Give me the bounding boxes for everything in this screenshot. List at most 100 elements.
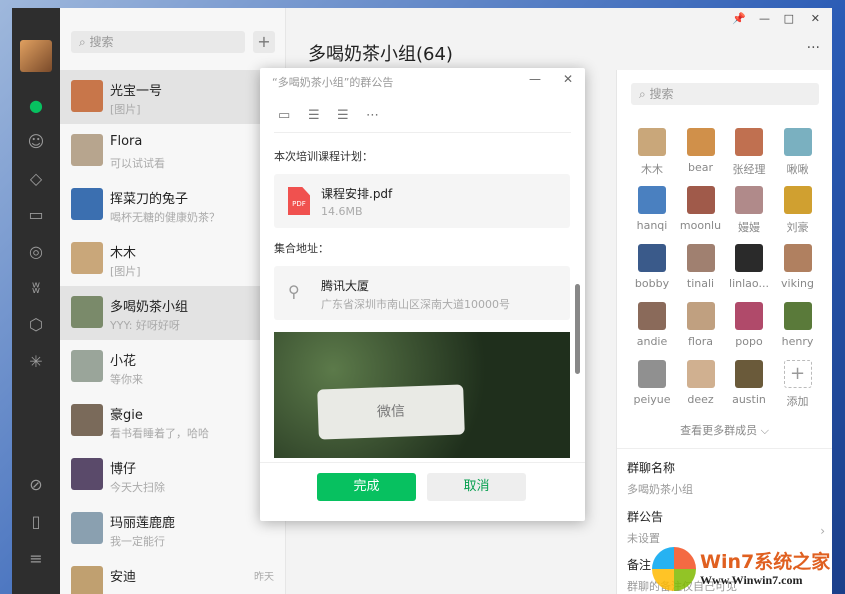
minimize-button[interactable]: — — [759, 12, 770, 25]
chat-list-item[interactable]: 安迪昨天 — [60, 556, 286, 594]
member-name: bobby — [628, 277, 676, 290]
chat-search-input[interactable]: ⌕ 搜索 — [71, 31, 245, 53]
add-button[interactable]: + — [253, 31, 275, 53]
member[interactable]: moonlu — [677, 186, 725, 232]
divider-icon[interactable]: ⋯ — [366, 108, 379, 123]
member-avatar — [687, 244, 715, 272]
member-avatar — [735, 360, 763, 388]
member-name: moonlu — [677, 219, 725, 232]
member[interactable]: popo — [725, 302, 773, 348]
member[interactable]: bear — [677, 128, 725, 174]
my-avatar[interactable] — [20, 40, 52, 72]
close-button[interactable]: ✕ — [811, 12, 820, 25]
member[interactable]: tinali — [677, 244, 725, 290]
channels-icon[interactable]: ʬ — [26, 278, 46, 298]
avatar — [71, 566, 103, 594]
more-button[interactable]: ··· — [807, 40, 820, 56]
group-notice-section[interactable]: 群公告未设置› — [627, 508, 825, 546]
dialog-minimize-button[interactable]: — — [529, 72, 541, 86]
member[interactable]: deez — [677, 360, 725, 406]
member-name: henry — [774, 335, 822, 348]
timestamp: 昨天 — [254, 568, 274, 583]
last-message: 等你来 — [110, 371, 143, 387]
member-name: tinali — [677, 277, 725, 290]
chat-name: 挥菜刀的兔子 — [110, 188, 188, 207]
notice-photo[interactable]: 微信 — [274, 332, 570, 458]
folder-icon[interactable]: ▭ — [26, 205, 46, 225]
file-name: 课程安排.pdf — [321, 185, 392, 202]
chat-list-item[interactable]: 豪gie看书看睡着了，哈哈 — [60, 394, 286, 448]
cube-icon[interactable]: ◇ — [26, 169, 46, 189]
chat-list-item[interactable]: 光宝一号[图片] — [60, 70, 286, 124]
member[interactable]: linlao... — [725, 244, 773, 290]
chat-list-item[interactable]: 多喝奶茶小组YYY: 好呀好呀 — [60, 286, 286, 340]
member[interactable]: andie — [628, 302, 676, 348]
cancel-button[interactable]: 取消 — [427, 473, 526, 501]
member[interactable]: bobby — [628, 244, 676, 290]
member-avatar — [784, 128, 812, 156]
member-name: 嫚嫚 — [725, 219, 773, 235]
numbered-list-icon[interactable]: ☰ — [337, 108, 349, 123]
member[interactable]: 嫚嫚 — [725, 186, 773, 235]
member[interactable]: 啾啾 — [774, 128, 822, 177]
section-label: 集合地址： — [274, 240, 329, 256]
location-card[interactable]: ⚲ 腾讯大厦 广东省深圳市南山区深南大道10000号 — [274, 266, 570, 320]
member-name: 木木 — [628, 161, 676, 177]
chat-list-item[interactable]: 小花等你来 — [60, 340, 286, 394]
group-name-section[interactable]: 群聊名称多喝奶茶小组 — [627, 459, 693, 497]
folder-icon[interactable]: ▭ — [278, 108, 290, 123]
member-avatar — [784, 186, 812, 214]
member-name: andie — [628, 335, 676, 348]
sidebar: ● ☺ ◇ ▭ ◎ ʬ ⬡ ✳ ⊘ ▯ ≡ — [12, 8, 60, 594]
member[interactable]: henry — [774, 302, 822, 348]
member-avatar — [735, 244, 763, 272]
bullet-list-icon[interactable]: ☰ — [308, 108, 320, 123]
chat-name: 木木 — [110, 242, 136, 261]
last-message: [图片] — [110, 101, 141, 117]
add-label: 添加 — [774, 393, 822, 409]
contacts-icon[interactable]: ☺ — [26, 132, 46, 152]
search-shake-icon[interactable]: ✳ — [26, 352, 46, 372]
last-message: [图片] — [110, 263, 141, 279]
chat-name: Flora — [110, 134, 142, 149]
chat-icon[interactable]: ● — [26, 96, 46, 116]
add-member-button[interactable]: +添加 — [774, 360, 822, 409]
dialog-close-button[interactable]: ✕ — [563, 72, 573, 86]
menu-icon[interactable]: ≡ — [26, 549, 46, 569]
done-button[interactable]: 完成 — [317, 473, 416, 501]
member-search-input[interactable]: ⌕ 搜索 — [631, 83, 819, 105]
member-avatar — [638, 186, 666, 214]
pin-button[interactable]: 📌 — [732, 12, 746, 25]
member[interactable]: viking — [774, 244, 822, 290]
chat-title: 多喝奶茶小组(64) — [308, 40, 453, 66]
member[interactable]: 木木 — [628, 128, 676, 177]
member-avatar — [687, 128, 715, 156]
chat-list-item[interactable]: 挥菜刀的兔子喝杯无糖的健康奶茶？ — [60, 178, 286, 232]
member[interactable]: 刘豪 — [774, 186, 822, 235]
phone-icon[interactable]: ▯ — [26, 512, 46, 532]
chat-list-item[interactable]: 玛丽莲鹿鹿我一定能行 — [60, 502, 286, 556]
chat-list-item[interactable]: 博仔今天大扫除 — [60, 448, 286, 502]
member-avatar — [638, 360, 666, 388]
member-avatar — [638, 302, 666, 330]
avatar — [71, 296, 103, 328]
chat-list-item[interactable]: 木木 [图片] — [60, 232, 286, 286]
member[interactable]: 张经理 — [725, 128, 773, 177]
maximize-button[interactable]: □ — [784, 12, 794, 25]
group-notice-dialog: “多喝奶茶小组”的群公告 — ✕ ▭ ☰ ☰ ⋯ 本次培训课程计划： PDF 课… — [260, 68, 585, 521]
mini-program-icon[interactable]: ⬡ — [26, 315, 46, 335]
section-label: 本次培训课程计划： — [274, 148, 373, 164]
chat-list-item[interactable]: Flora可以试试看 — [60, 124, 286, 178]
link-icon[interactable]: ⊘ — [26, 475, 46, 495]
member[interactable]: austin — [725, 360, 773, 406]
member[interactable]: peiyue — [628, 360, 676, 406]
moments-icon[interactable]: ◎ — [26, 242, 46, 262]
member-name: hanqi — [628, 219, 676, 232]
member[interactable]: hanqi — [628, 186, 676, 232]
see-more-members[interactable]: 查看更多群成员 ⌵ — [617, 422, 832, 438]
file-card[interactable]: PDF 课程安排.pdf 14.6MB — [274, 174, 570, 228]
member[interactable]: flora — [677, 302, 725, 348]
member-avatar — [638, 244, 666, 272]
scrollbar[interactable] — [575, 284, 580, 374]
avatar — [71, 242, 103, 274]
